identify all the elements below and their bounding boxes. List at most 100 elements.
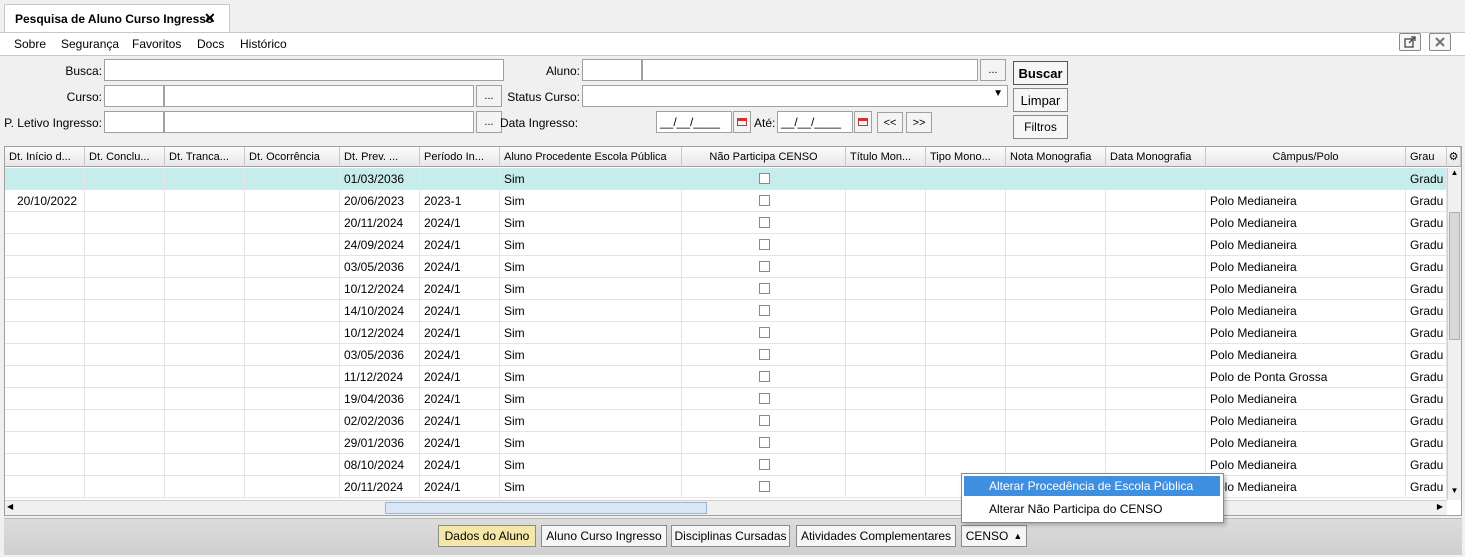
- column-settings-icon[interactable]: ⚙: [1447, 147, 1461, 167]
- curso-name-input[interactable]: [164, 85, 474, 107]
- censo-checkbox[interactable]: [758, 239, 770, 250]
- censo-checkbox[interactable]: [758, 371, 770, 382]
- table-row[interactable]: 29/01/2036 2024/1 Sim Polo Medianeira Gradu: [5, 432, 1447, 454]
- header-col-nota-mono[interactable]: Nota Monografia: [1006, 147, 1106, 167]
- censo-checkbox[interactable]: [758, 173, 770, 184]
- aluno-curso-ingresso-button[interactable]: Aluno Curso Ingresso: [541, 525, 667, 547]
- menu-seguranca[interactable]: Segurança: [61, 37, 119, 51]
- horizontal-scrollbar[interactable]: ◀ ▶: [5, 500, 1447, 515]
- censo-checkbox[interactable]: [758, 459, 770, 470]
- dados-aluno-button[interactable]: Dados do Aluno: [438, 525, 536, 547]
- header-col-data-mono[interactable]: Data Monografia: [1106, 147, 1206, 167]
- cell-col-dt-conclusao: [85, 300, 165, 322]
- cell-col-dt-inicio: [5, 322, 85, 344]
- menu-docs[interactable]: Docs: [197, 37, 224, 51]
- vertical-scroll-thumb[interactable]: [1449, 212, 1460, 340]
- prev-period-button[interactable]: <<: [877, 112, 903, 133]
- tab-close-icon[interactable]: ✕: [204, 10, 216, 27]
- header-col-titulo-mono[interactable]: Título Mon...: [846, 147, 926, 167]
- periodo-name-input[interactable]: [164, 111, 474, 133]
- table-row[interactable]: 08/10/2024 2024/1 Sim Polo Medianeira Gradu: [5, 454, 1447, 476]
- table-row[interactable]: 19/04/2036 2024/1 Sim Polo Medianeira Gradu: [5, 388, 1447, 410]
- buscar-button[interactable]: Buscar: [1013, 61, 1068, 85]
- table-row[interactable]: 03/05/2036 2024/1 Sim Polo Medianeira Gradu: [5, 344, 1447, 366]
- censo-checkbox[interactable]: [758, 415, 770, 426]
- scroll-right-icon[interactable]: ▶: [1437, 502, 1443, 511]
- busca-input[interactable]: [104, 59, 504, 81]
- censo-checkbox[interactable]: [758, 481, 770, 492]
- tab-pesquisa-aluno[interactable]: Pesquisa de Aluno Curso Ingresso ✕: [4, 4, 230, 32]
- cell-col-campus: Polo de Ponta Grossa: [1206, 366, 1406, 388]
- cell-col-periodo: [420, 168, 500, 190]
- next-period-button[interactable]: >>: [906, 112, 932, 133]
- aluno-name-input[interactable]: [642, 59, 978, 81]
- censo-checkbox[interactable]: [758, 283, 770, 294]
- header-col-dt-trancamento[interactable]: Dt. Tranca...: [165, 147, 245, 167]
- scroll-left-icon[interactable]: ◀: [7, 502, 13, 511]
- curso-code-input[interactable]: [104, 85, 164, 107]
- censo-checkbox[interactable]: [758, 327, 770, 338]
- cell-col-dt-prev: 11/12/2024: [340, 366, 420, 388]
- atividades-complementares-button[interactable]: Atividades Complementares: [796, 525, 956, 547]
- cell-col-campus: Polo Medianeira: [1206, 212, 1406, 234]
- menu-item-alterar-censo[interactable]: Alterar Não Participa do CENSO: [964, 499, 1220, 519]
- scroll-down-icon[interactable]: ▼: [1449, 486, 1460, 500]
- table-row[interactable]: 20/11/2024 2024/1 Sim Polo Medianeira Gradu: [5, 212, 1447, 234]
- censo-button[interactable]: CENSO ▲: [961, 525, 1027, 547]
- header-col-censo[interactable]: Não Participa CENSO: [682, 147, 846, 167]
- filtros-button[interactable]: Filtros: [1013, 115, 1068, 139]
- table-row[interactable]: 24/09/2024 2024/1 Sim Polo Medianeira Gradu: [5, 234, 1447, 256]
- censo-checkbox[interactable]: [758, 217, 770, 228]
- menu-historico[interactable]: Histórico: [240, 37, 287, 51]
- header-col-grau[interactable]: Grau: [1406, 147, 1447, 167]
- header-col-dt-ocorrencia[interactable]: Dt. Ocorrência: [245, 147, 340, 167]
- menu-sobre[interactable]: Sobre: [14, 37, 46, 51]
- aluno-code-input[interactable]: [582, 59, 642, 81]
- header-col-campus[interactable]: Câmpus/Polo: [1206, 147, 1406, 167]
- table-row[interactable]: 03/05/2036 2024/1 Sim Polo Medianeira Gradu: [5, 256, 1447, 278]
- limpar-button[interactable]: Limpar: [1013, 88, 1068, 112]
- periodo-code-input[interactable]: [104, 111, 164, 133]
- table-row[interactable]: 01/03/2036 Sim Gradu: [5, 168, 1447, 190]
- censo-checkbox[interactable]: [758, 305, 770, 316]
- data-inicio-input[interactable]: __/__/____: [656, 111, 732, 133]
- cell-col-periodo: 2024/1: [420, 366, 500, 388]
- table-row[interactable]: 11/12/2024 2024/1 Sim Polo de Ponta Grossa G…: [5, 366, 1447, 388]
- censo-checkbox[interactable]: [758, 393, 770, 404]
- calendar-icon[interactable]: [733, 111, 751, 133]
- horizontal-scroll-thumb[interactable]: [385, 502, 707, 514]
- header-col-tipo-mono[interactable]: Tipo Mono...: [926, 147, 1006, 167]
- data-fim-input[interactable]: __/__/____: [777, 111, 853, 133]
- header-col-dt-prev[interactable]: Dt. Prev. ...: [340, 147, 420, 167]
- cell-col-dt-prev: 20/11/2024: [340, 212, 420, 234]
- table-row[interactable]: 14/10/2024 2024/1 Sim Polo Medianeira Gradu: [5, 300, 1447, 322]
- status-select[interactable]: ▼: [582, 85, 1008, 107]
- menu-favoritos[interactable]: Favoritos: [132, 37, 181, 51]
- censo-checkbox[interactable]: [758, 437, 770, 448]
- censo-checkbox[interactable]: [758, 261, 770, 272]
- header-col-periodo[interactable]: Período In...: [420, 147, 500, 167]
- curso-lookup-button[interactable]: ...: [476, 85, 502, 107]
- scroll-up-icon[interactable]: ▲: [1449, 168, 1460, 182]
- cell-col-procedente: Sim: [500, 454, 682, 476]
- cell-col-censo: [682, 476, 846, 498]
- table-row[interactable]: 02/02/2036 2024/1 Sim Polo Medianeira Gradu: [5, 410, 1447, 432]
- header-col-procedente[interactable]: Aluno Procedente Escola Pública: [500, 147, 682, 167]
- cell-col-procedente: Sim: [500, 168, 682, 190]
- censo-checkbox[interactable]: [758, 195, 770, 206]
- header-col-dt-inicio[interactable]: Dt. Início d...: [5, 147, 85, 167]
- aluno-lookup-button[interactable]: ...: [980, 59, 1006, 81]
- external-window-icon[interactable]: [1399, 33, 1421, 51]
- table-row[interactable]: 10/12/2024 2024/1 Sim Polo Medianeira Gradu: [5, 278, 1447, 300]
- header-col-dt-conclusao[interactable]: Dt. Conclu...: [85, 147, 165, 167]
- table-row[interactable]: 20/11/2024 2024/1 Sim Polo Medianeira Gradu: [5, 476, 1447, 498]
- table-row[interactable]: 20/10/2022 20/06/2023 2023-1 Sim Polo Median…: [5, 190, 1447, 212]
- disciplinas-cursadas-button[interactable]: Disciplinas Cursadas: [671, 525, 790, 547]
- periodo-lookup-button[interactable]: ...: [476, 111, 502, 133]
- calendar-icon[interactable]: [854, 111, 872, 133]
- censo-checkbox[interactable]: [758, 349, 770, 360]
- vertical-scrollbar[interactable]: ▲ ▼: [1447, 168, 1461, 500]
- menu-item-alterar-procedencia[interactable]: Alterar Procedência de Escola Pública: [964, 476, 1220, 496]
- table-row[interactable]: 10/12/2024 2024/1 Sim Polo Medianeira Gradu: [5, 322, 1447, 344]
- close-window-icon[interactable]: [1429, 33, 1451, 51]
